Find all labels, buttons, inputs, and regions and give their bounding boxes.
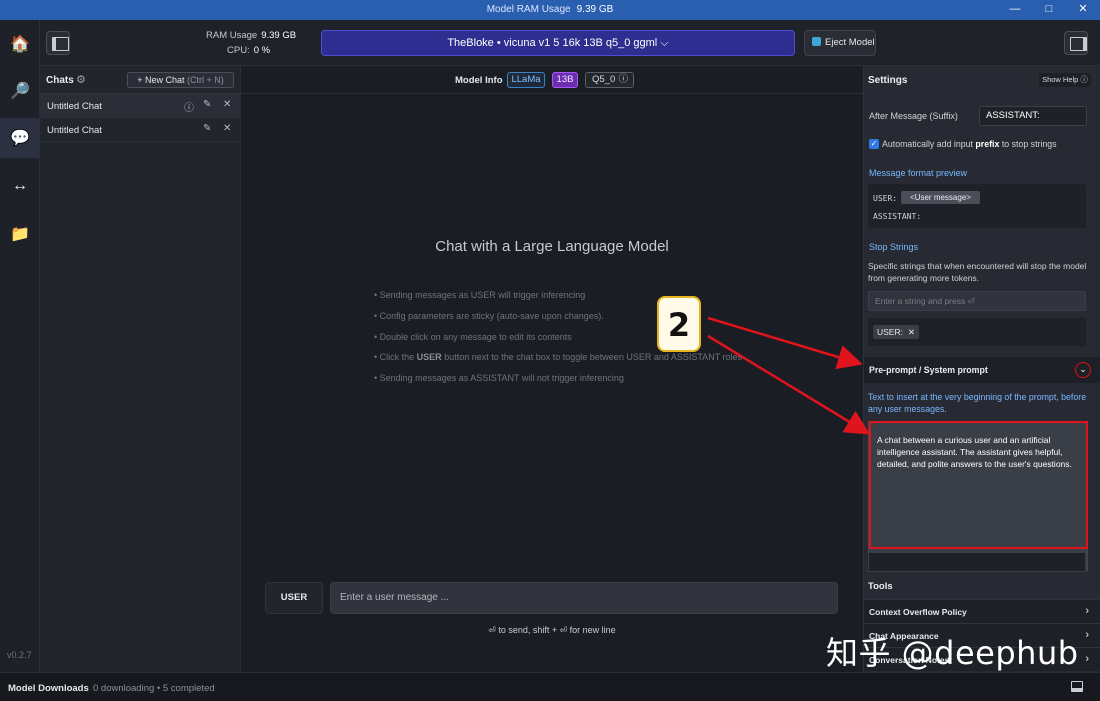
stop-strings-title: Stop Strings <box>869 242 919 252</box>
message-input[interactable]: Enter a user message ... <box>330 582 838 614</box>
tip-item: • Double click on any message to edit it… <box>374 332 572 342</box>
stop-strings-list: USER: ✕ <box>868 318 1086 346</box>
stop-string-input[interactable]: Enter a string and press ⏎ <box>868 291 1086 311</box>
suffix-input[interactable]: ASSISTANT: <box>979 106 1087 126</box>
watermark: 知乎 @deephub <box>826 634 1079 672</box>
chevron-down-icon[interactable]: ⌄ <box>1075 362 1091 378</box>
preview-user-label: USER: <box>873 194 898 203</box>
cpu-usage: CPU: 0 % <box>227 45 270 56</box>
model-downloads-button[interactable]: Model Downloads <box>8 683 89 694</box>
gear-icon[interactable]: ⚙ <box>76 73 86 86</box>
new-chat-label: + New Chat <box>137 75 185 85</box>
tip-item: • Sending messages as USER will trigger … <box>374 290 586 300</box>
step-badge: 2 <box>657 296 701 352</box>
new-chat-shortcut: (Ctrl + N) <box>187 75 224 85</box>
eject-label: Eject Model <box>825 37 875 48</box>
preview-user-chip: <User message> <box>901 191 980 204</box>
sidebar-toggle-button[interactable] <box>46 31 70 55</box>
preprompt-section-header[interactable]: Pre-prompt / System prompt ⌄ <box>864 357 1100 383</box>
close-icon[interactable]: ✕ <box>223 99 231 110</box>
edit-icon[interactable]: ✎ <box>203 123 211 134</box>
quant-label: Q5_0 <box>592 74 616 85</box>
panel-icon[interactable] <box>1071 681 1083 692</box>
window-title-bar: Model RAM Usage 9.39 GB — □ ✕ <box>0 0 1100 20</box>
search-icon[interactable]: 🔎 <box>0 71 40 111</box>
chats-header: Chats ⚙ + New Chat (Ctrl + N) <box>40 66 240 94</box>
settings-title: Settings <box>868 75 908 86</box>
role-toggle-button[interactable]: USER <box>265 582 323 614</box>
chats-sidebar: Chats ⚙ + New Chat (Ctrl + N) Untitled C… <box>40 66 241 672</box>
settings-panel: Settings Show Help ⓘ After Message (Suff… <box>863 66 1100 672</box>
auto-prefix-label: Automatically add input prefix to stop s… <box>882 139 1057 149</box>
status-bar: Model Downloads 0 downloading • 5 comple… <box>0 672 1100 701</box>
app-version: v0.2.7 <box>7 650 32 660</box>
model-info-bar: Model Info LLaMa 13B Q5_0 ⓘ <box>241 66 863 94</box>
remove-icon[interactable]: ✕ <box>908 325 915 339</box>
chat-heading: Chat with a Large Language Model <box>435 238 669 255</box>
tip-item: • Config parameters are sticky (auto-sav… <box>374 311 604 321</box>
preprompt-resize-area <box>868 552 1086 572</box>
top-bar: RAM Usage 9.39 GB CPU: 0 % TheBloke • vicu… <box>40 20 1100 66</box>
eject-model-button[interactable]: Eject Model <box>804 30 876 56</box>
cpu-value: 0 % <box>253 45 271 56</box>
info-icon[interactable]: ⓘ <box>184 99 194 114</box>
chat-name: Untitled Chat <box>47 101 102 112</box>
ram-label: RAM Usage <box>206 30 258 41</box>
stop-string-chip: USER: ✕ <box>873 325 919 339</box>
chat-list-item[interactable]: Untitled Chat ✎ ✕ <box>40 118 240 142</box>
chat-list-item[interactable]: Untitled Chat ⓘ ✎ ✕ <box>40 94 240 118</box>
preprompt-title: Pre-prompt / System prompt <box>869 365 988 375</box>
chevron-right-icon: › <box>1085 605 1089 617</box>
folder-icon[interactable]: 📁 <box>0 214 40 254</box>
chat-icon[interactable]: 💬 <box>0 118 40 158</box>
new-chat-button[interactable]: + New Chat (Ctrl + N) <box>127 72 234 88</box>
arch-tag: LLaMa <box>507 72 545 88</box>
home-icon[interactable]: 🏠 <box>0 24 40 64</box>
show-help-button[interactable]: Show Help ⓘ <box>1039 73 1091 87</box>
left-navigation: 🏠 🔎 💬 ↔ 📁 <box>0 20 40 672</box>
message-format-preview: USER: <User message> ASSISTANT: <box>868 184 1086 228</box>
maximize-button[interactable]: □ <box>1032 0 1066 20</box>
context-overflow-policy-row[interactable]: Context Overflow Policy › <box>864 599 1100 623</box>
auto-prefix-checkbox[interactable]: ✓ <box>869 139 879 149</box>
title-ram-value: 9.39 GB <box>576 4 614 15</box>
chat-name: Untitled Chat <box>47 125 102 136</box>
ram-value: 9.39 GB <box>261 30 297 41</box>
preview-assistant-label: ASSISTANT: <box>873 212 922 221</box>
preprompt-description: Text to insert at the very beginning of … <box>868 392 1087 414</box>
suffix-label: After Message (Suffix) <box>869 111 958 121</box>
model-selector[interactable]: TheBloke • vicuna v1 5 16k 13B q5_0 ggml… <box>321 30 795 56</box>
close-window-button[interactable]: ✕ <box>1066 0 1100 20</box>
preview-title: Message format preview <box>869 168 968 178</box>
cpu-label: CPU: <box>227 45 250 56</box>
stop-strings-description: Specific strings that when encountered w… <box>868 261 1087 283</box>
arrows-icon[interactable]: ↔ <box>0 166 40 206</box>
chats-title: Chats <box>46 75 74 86</box>
quant-tag[interactable]: Q5_0 ⓘ <box>585 72 634 88</box>
close-icon[interactable]: ✕ <box>223 123 231 134</box>
edit-icon[interactable]: ✎ <box>203 99 211 110</box>
highlight-box <box>869 421 1088 549</box>
ram-usage: RAM Usage 9.39 GB <box>206 30 296 41</box>
info-icon: ⓘ <box>618 74 628 85</box>
size-tag: 13B <box>552 72 578 88</box>
minimize-button[interactable]: — <box>998 0 1032 20</box>
downloads-status: 0 downloading • 5 completed <box>93 683 215 694</box>
chevron-right-icon: › <box>1085 629 1089 641</box>
send-hint: ⏎ to send, shift + ⏎ for new line <box>488 625 616 635</box>
tip-item: • Sending messages as ASSISTANT will not… <box>374 373 624 383</box>
settings-panel-toggle-button[interactable] <box>1064 31 1088 55</box>
eject-icon <box>812 37 821 46</box>
title-ram-label: Model RAM Usage <box>486 4 571 15</box>
tools-header: Tools <box>864 576 1100 598</box>
tools-title: Tools <box>868 581 893 592</box>
tip-item: • Click the USER button next to the chat… <box>374 352 743 362</box>
chevron-right-icon: › <box>1085 653 1089 665</box>
chat-area: Model Info LLaMa 13B Q5_0 ⓘ Chat with a L… <box>241 66 863 672</box>
settings-header: Settings Show Help ⓘ <box>864 66 1100 94</box>
model-info-label: Model Info <box>455 75 503 86</box>
